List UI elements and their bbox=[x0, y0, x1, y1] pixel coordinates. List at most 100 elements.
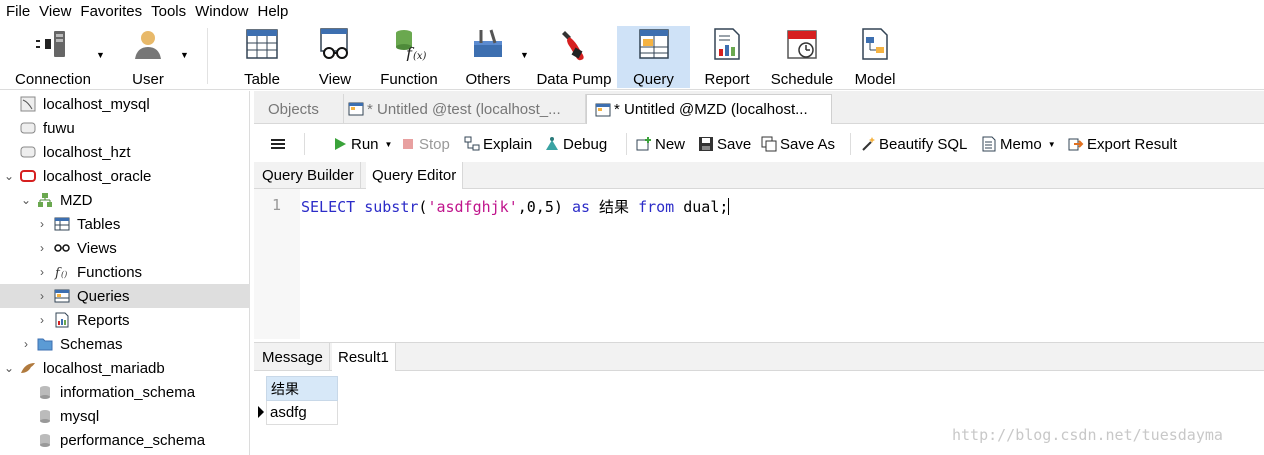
menu-tools[interactable]: Tools bbox=[151, 3, 186, 20]
sql-string-literal: 'asdfghjk' bbox=[427, 198, 518, 216]
model-button[interactable]: Model bbox=[848, 26, 902, 88]
chevron-right-icon[interactable]: › bbox=[36, 313, 48, 327]
connection-tree: localhost_mysql fuwu localhost_hzt ⌄ loc… bbox=[0, 91, 250, 455]
tree-node-localhost-oracle[interactable]: ⌄ localhost_oracle bbox=[0, 164, 250, 188]
column-header[interactable]: 结果 bbox=[266, 376, 338, 401]
beautify-sql-button[interactable]: Beautify SQL bbox=[860, 133, 967, 155]
hamburger-menu-button[interactable] bbox=[270, 133, 286, 155]
line-number-gutter: 1 bbox=[254, 189, 300, 339]
menu-window[interactable]: Window bbox=[195, 3, 248, 20]
table-cell[interactable]: asdfg bbox=[266, 401, 338, 425]
table-icon bbox=[244, 26, 280, 62]
sql-code-line[interactable]: SELECT substr('asdfghjk',0,5) as 结果 from… bbox=[301, 196, 730, 217]
text-cursor bbox=[728, 198, 730, 215]
menu-file[interactable]: File bbox=[6, 3, 30, 20]
save-button[interactable]: Save bbox=[698, 133, 751, 155]
chevron-down-icon[interactable]: ▼ bbox=[96, 50, 105, 60]
others-tools-icon bbox=[470, 26, 506, 62]
save-as-button[interactable]: Save As bbox=[761, 133, 835, 155]
user-button[interactable]: User ▼ bbox=[118, 26, 189, 88]
tree-node-schemas[interactable]: › Schemas bbox=[0, 332, 250, 356]
tree-node-information-schema[interactable]: information_schema bbox=[0, 380, 250, 404]
chevron-right-icon[interactable]: › bbox=[20, 337, 32, 351]
tree-node-functions[interactable]: › f() Functions bbox=[0, 260, 250, 284]
sql-editor[interactable]: 1 SELECT substr('asdfghjk',0,5) as 结果 fr… bbox=[254, 189, 1264, 339]
debug-button[interactable]: Debug bbox=[544, 133, 607, 155]
table-row[interactable]: asdfg bbox=[254, 401, 338, 425]
new-button[interactable]: New bbox=[636, 133, 685, 155]
hamburger-icon bbox=[271, 139, 285, 149]
calendar-icon bbox=[784, 26, 820, 62]
others-button[interactable]: Others ▼ bbox=[460, 26, 529, 88]
report-button[interactable]: Report bbox=[700, 26, 754, 88]
tree-node-localhost-hzt[interactable]: localhost_hzt bbox=[0, 140, 250, 164]
report-icon bbox=[54, 312, 70, 328]
magic-wand-icon bbox=[860, 136, 876, 152]
save-as-icon bbox=[761, 136, 777, 152]
chevron-down-icon[interactable]: ⌄ bbox=[3, 169, 15, 183]
stop-button[interactable]: Stop bbox=[400, 133, 450, 155]
explain-button[interactable]: Explain bbox=[464, 133, 532, 155]
tree-node-performance-schema[interactable]: performance_schema bbox=[0, 428, 250, 452]
tree-node-queries[interactable]: › Queries bbox=[0, 284, 250, 308]
chevron-down-icon[interactable]: ▼ bbox=[1048, 140, 1056, 149]
chevron-right-icon[interactable]: › bbox=[36, 289, 48, 303]
folder-icon bbox=[37, 336, 53, 352]
schedule-button[interactable]: Schedule bbox=[766, 26, 838, 88]
main-toolbar: Connection ▼ User ▼ Table View f (x) Func… bbox=[0, 22, 1264, 90]
tab-objects[interactable]: Objects bbox=[260, 94, 344, 124]
table-icon bbox=[54, 216, 70, 232]
export-icon bbox=[1068, 136, 1084, 152]
chevron-right-icon[interactable]: › bbox=[36, 265, 48, 279]
tab-message[interactable]: Message bbox=[256, 343, 330, 371]
chevron-right-icon[interactable]: › bbox=[36, 241, 48, 255]
model-icon bbox=[857, 26, 893, 62]
toolbar-separator bbox=[304, 133, 305, 155]
run-button[interactable]: Run ▼ bbox=[332, 133, 392, 155]
menu-favorites[interactable]: Favorites bbox=[80, 3, 142, 20]
tab-query-editor[interactable]: Query Editor bbox=[366, 162, 464, 189]
database-icon bbox=[37, 432, 53, 448]
menu-help[interactable]: Help bbox=[258, 3, 289, 20]
tab-query-builder[interactable]: Query Builder bbox=[256, 162, 361, 189]
chevron-down-icon[interactable]: ▼ bbox=[180, 50, 189, 60]
tree-node-mzd[interactable]: ⌄ MZD bbox=[0, 188, 250, 212]
chevron-down-icon[interactable]: ▼ bbox=[385, 140, 393, 149]
user-icon bbox=[130, 26, 166, 62]
save-icon bbox=[698, 136, 714, 152]
svg-text:(x): (x) bbox=[413, 51, 426, 61]
connection-button[interactable]: Connection ▼ bbox=[6, 26, 105, 88]
table-button[interactable]: Table bbox=[236, 26, 288, 88]
query-icon bbox=[54, 288, 70, 304]
tree-node-fuwu[interactable]: fuwu bbox=[0, 116, 250, 140]
tree-node-tables[interactable]: › Tables bbox=[0, 212, 250, 236]
chevron-down-icon[interactable]: ▼ bbox=[520, 50, 529, 60]
tab-untitled-test[interactable]: * Untitled @test (localhost_... bbox=[340, 94, 586, 124]
function-button[interactable]: f (x) Function bbox=[375, 26, 443, 88]
tree-node-localhost-mysql[interactable]: localhost_mysql bbox=[0, 92, 250, 116]
export-result-button[interactable]: Export Result bbox=[1068, 133, 1177, 155]
mysql-connection-icon bbox=[20, 96, 36, 112]
tab-untitled-mzd[interactable]: * Untitled @MZD (localhost... bbox=[586, 94, 832, 124]
tree-node-localhost-mariadb[interactable]: ⌄ localhost_mariadb bbox=[0, 356, 250, 380]
menu-view[interactable]: View bbox=[39, 3, 71, 20]
memo-button[interactable]: Memo ▼ bbox=[981, 133, 1056, 155]
fuel-pump-icon bbox=[556, 26, 592, 62]
query-button[interactable]: Query bbox=[617, 26, 690, 88]
tree-node-mysql[interactable]: mysql bbox=[0, 404, 250, 428]
memo-icon bbox=[981, 136, 997, 152]
sql-arguments: ,0,5) bbox=[517, 198, 563, 216]
toolbar-separator bbox=[850, 133, 851, 155]
sql-table-name: dual; bbox=[683, 198, 729, 216]
stop-icon bbox=[400, 136, 416, 152]
chevron-down-icon[interactable]: ⌄ bbox=[3, 361, 15, 375]
chevron-down-icon[interactable]: ⌄ bbox=[20, 193, 32, 207]
svg-text:(): () bbox=[61, 270, 67, 279]
view-button[interactable]: View bbox=[313, 26, 357, 88]
tree-node-reports[interactable]: › Reports bbox=[0, 308, 250, 332]
data-pump-button[interactable]: Data Pump bbox=[532, 26, 616, 88]
tree-node-views[interactable]: › Views bbox=[0, 236, 250, 260]
chevron-right-icon[interactable]: › bbox=[36, 217, 48, 231]
tab-result1[interactable]: Result1 bbox=[332, 343, 396, 371]
new-query-icon bbox=[636, 136, 652, 152]
